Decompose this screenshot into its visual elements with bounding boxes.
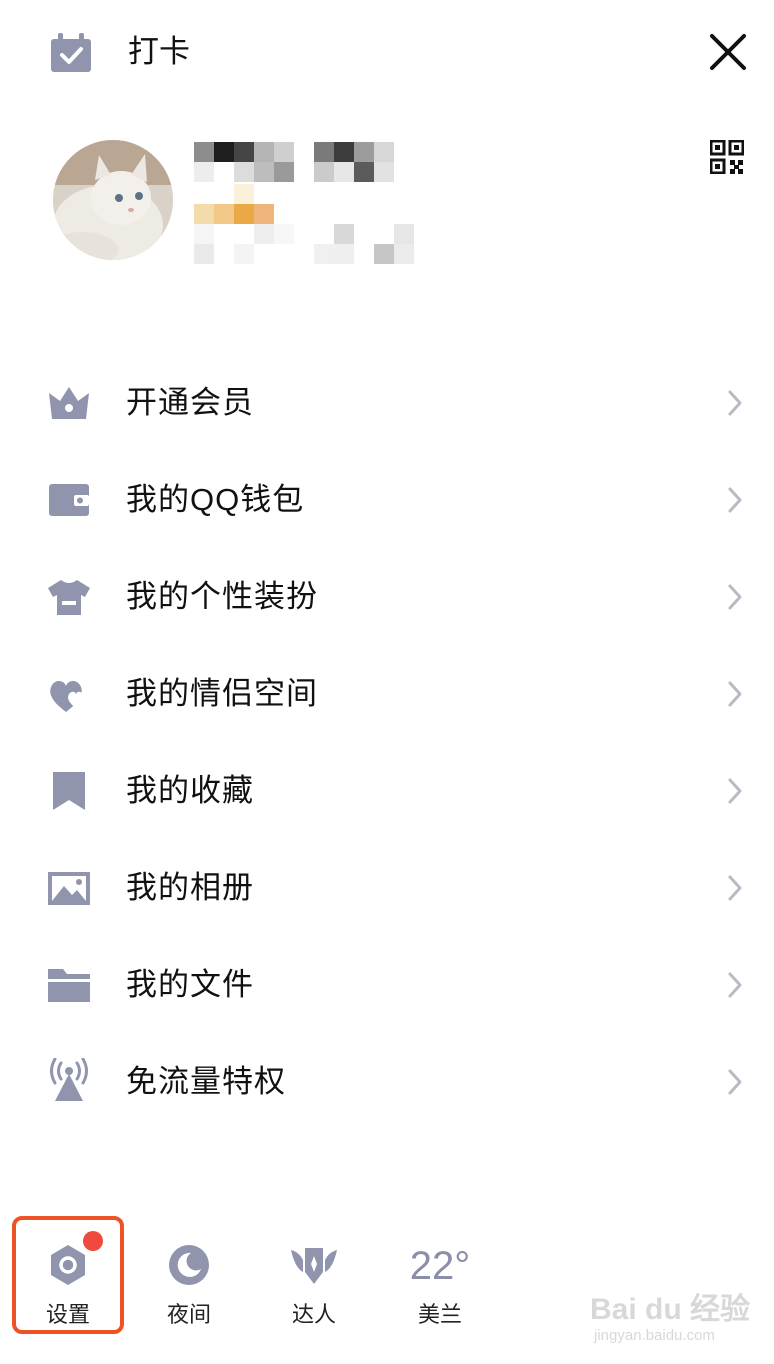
- bookmark-icon: [53, 772, 85, 810]
- menu-item-free-data[interactable]: 免流量特权: [0, 1034, 774, 1131]
- crown-icon: [49, 387, 89, 419]
- expert-label: 达人: [291, 1302, 336, 1327]
- menu-label: 我的文件: [126, 967, 254, 1002]
- menu-label: 开通会员: [126, 385, 254, 420]
- menu-label: 我的相册: [126, 870, 254, 905]
- menu-item-wallet[interactable]: 我的QQ钱包: [0, 452, 774, 549]
- chevron-right-icon: [728, 875, 742, 901]
- watermark-url: jingyan.baidu.com: [594, 1327, 715, 1344]
- checkin-label[interactable]: 打卡: [128, 32, 190, 72]
- chevron-right-icon: [728, 1069, 742, 1095]
- menu-label: 我的收藏: [126, 773, 254, 808]
- menu-item-files[interactable]: 我的文件: [0, 937, 774, 1034]
- menu-label: 我的QQ钱包: [126, 482, 305, 517]
- chevron-right-icon: [728, 778, 742, 804]
- menu-item-personalization[interactable]: 我的个性装扮: [0, 549, 774, 646]
- menu-item-couple-space[interactable]: 我的情侣空间: [0, 646, 774, 743]
- chevron-right-icon: [728, 390, 742, 416]
- menu-list: 开通会员 我的QQ钱包 我的个性装扮 我的情侣空间 我的收藏 我的相册 我的文件…: [0, 355, 774, 1131]
- chevron-right-icon: [728, 681, 742, 707]
- chevron-right-icon: [728, 972, 742, 998]
- signal-tower-icon: [50, 1058, 88, 1101]
- highlight-annotation-box: [12, 1216, 124, 1334]
- watermark-logo: Bai du 经验: [590, 1293, 751, 1326]
- chevron-right-icon: [728, 584, 742, 610]
- photo-icon: [48, 872, 90, 905]
- hearts-icon: [50, 680, 84, 712]
- menu-item-album[interactable]: 我的相册: [0, 840, 774, 937]
- chevron-right-icon: [728, 487, 742, 513]
- expert-button[interactable]: 达人: [266, 1238, 362, 1334]
- avatar[interactable]: [53, 140, 173, 260]
- cat-avatar-image: [53, 140, 173, 260]
- qr-code-icon[interactable]: [710, 140, 744, 174]
- folder-icon: [48, 969, 90, 1002]
- close-icon[interactable]: [706, 30, 750, 74]
- menu-label: 免流量特权: [126, 1064, 286, 1099]
- menu-item-vip[interactable]: 开通会员: [0, 355, 774, 452]
- menu-label: 我的情侣空间: [126, 676, 318, 711]
- weather-city: 美兰: [417, 1302, 462, 1327]
- moon-icon: [169, 1245, 209, 1285]
- wallet-icon: [49, 484, 89, 516]
- menu-label: 我的个性装扮: [126, 579, 318, 614]
- winged-badge-icon: [291, 1248, 337, 1284]
- night-mode-label: 夜间: [166, 1302, 211, 1327]
- weather-widget[interactable]: 22° 美兰: [392, 1238, 488, 1334]
- weather-temperature: 22°: [409, 1244, 471, 1288]
- shirt-icon: [48, 580, 90, 615]
- menu-item-favorites[interactable]: 我的收藏: [0, 743, 774, 840]
- calendar-check-icon[interactable]: [50, 33, 92, 73]
- night-mode-button[interactable]: 夜间: [141, 1238, 237, 1334]
